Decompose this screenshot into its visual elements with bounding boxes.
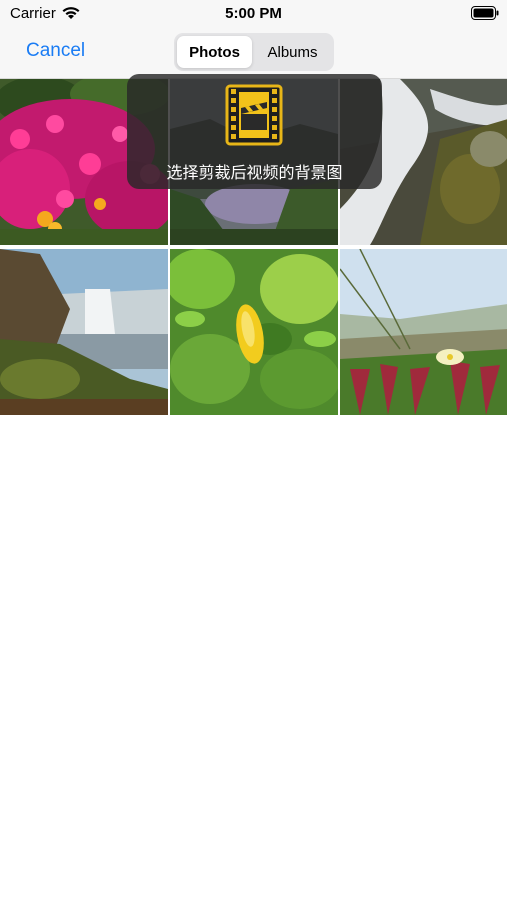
segmented-control: Photos Albums bbox=[174, 33, 334, 71]
battery-icon bbox=[471, 6, 499, 20]
navigation-bar: Cancel Photos Albums bbox=[0, 28, 507, 79]
photo-thumbnail-lemon-tree[interactable] bbox=[170, 249, 338, 415]
tab-albums[interactable]: Albums bbox=[254, 36, 331, 68]
status-bar: Carrier 5:00 PM bbox=[0, 0, 507, 28]
toast-text: 选择剪裁后视频的背景图 bbox=[166, 163, 343, 182]
film-clapper-icon bbox=[225, 84, 283, 146]
photo-thumbnail-waterfall-cliff[interactable] bbox=[0, 249, 168, 415]
tab-photos[interactable]: Photos bbox=[177, 36, 252, 68]
photo-thumbnail-coastal-flowers[interactable] bbox=[340, 249, 507, 415]
cancel-button[interactable]: Cancel bbox=[26, 40, 85, 62]
clock: 5:00 PM bbox=[225, 5, 282, 22]
toast-message: 选择剪裁后视频的背景图 bbox=[127, 74, 382, 189]
